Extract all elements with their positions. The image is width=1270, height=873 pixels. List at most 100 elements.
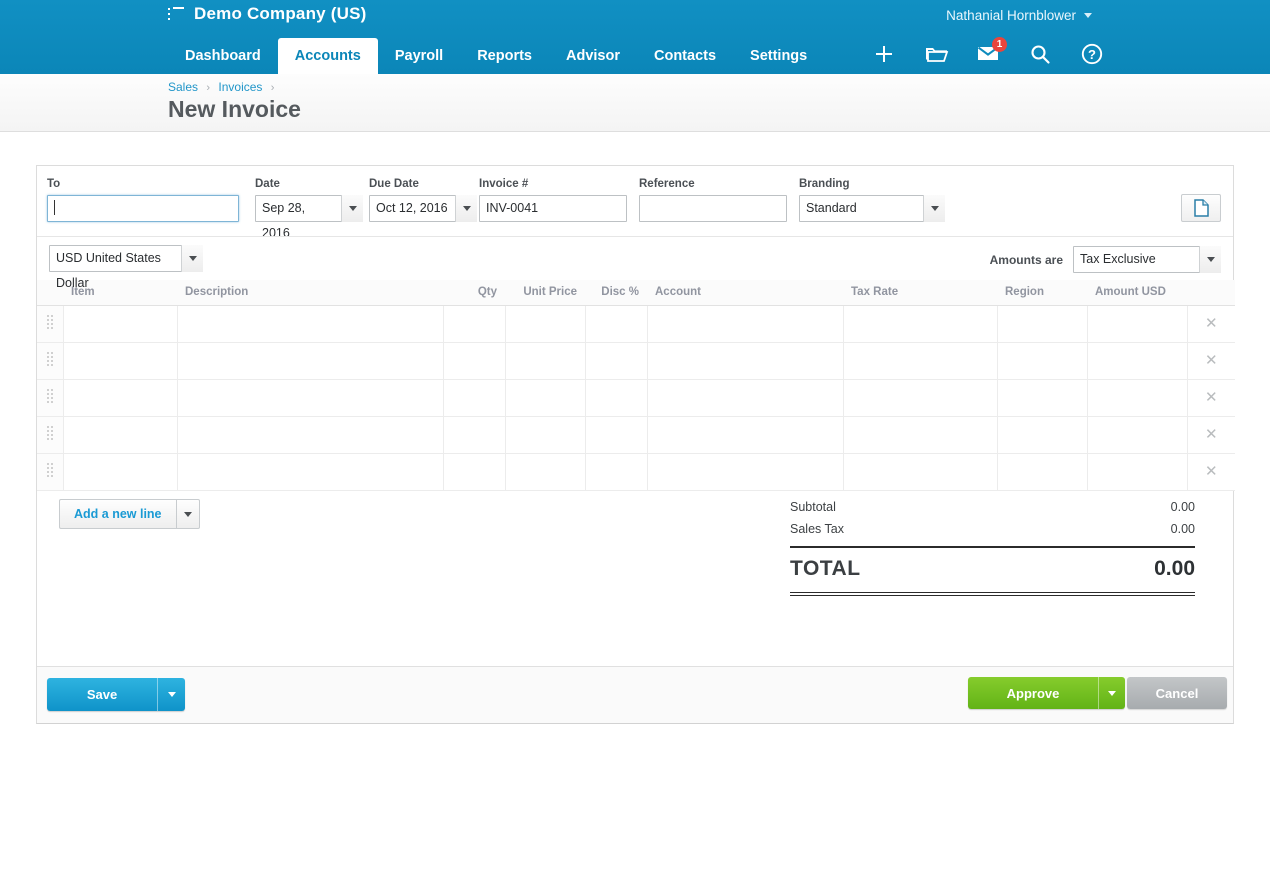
- cell-qty[interactable]: [443, 417, 505, 454]
- cell-region[interactable]: [997, 306, 1087, 343]
- drag-handle-icon[interactable]: [37, 454, 63, 491]
- currency-dropdown-button[interactable]: [181, 245, 203, 272]
- invoice-number-input[interactable]: INV-0041: [479, 195, 627, 222]
- folder-icon[interactable]: [924, 42, 948, 68]
- breadcrumb-item-invoices[interactable]: Invoices: [218, 80, 262, 94]
- cell-disc[interactable]: [585, 306, 647, 343]
- cell-disc[interactable]: [585, 454, 647, 491]
- due-date-dropdown-button[interactable]: [455, 195, 477, 222]
- cell-disc[interactable]: [585, 343, 647, 380]
- drag-handle-icon[interactable]: [37, 380, 63, 417]
- nav-item-accounts[interactable]: Accounts: [278, 38, 378, 74]
- reference-input[interactable]: [639, 195, 787, 222]
- cell-unit-price[interactable]: [505, 454, 585, 491]
- table-row[interactable]: ✕: [37, 343, 1235, 380]
- nav-item-contacts[interactable]: Contacts: [637, 38, 733, 74]
- cell-amount[interactable]: [1087, 306, 1187, 343]
- delete-row-button[interactable]: ✕: [1187, 343, 1235, 380]
- approve-dropdown-button[interactable]: [1098, 677, 1125, 709]
- to-input[interactable]: [47, 195, 239, 222]
- cell-account[interactable]: [647, 306, 843, 343]
- cell-amount[interactable]: [1087, 343, 1187, 380]
- currency-combo[interactable]: USD United States Dollar: [49, 245, 203, 272]
- user-menu[interactable]: Nathanial Hornblower: [946, 8, 1092, 23]
- delete-row-button[interactable]: ✕: [1187, 454, 1235, 491]
- table-row[interactable]: ✕: [37, 417, 1235, 454]
- cell-item[interactable]: [63, 454, 177, 491]
- cell-region[interactable]: [997, 380, 1087, 417]
- cell-item[interactable]: [63, 417, 177, 454]
- cell-account[interactable]: [647, 417, 843, 454]
- cell-description[interactable]: [177, 343, 443, 380]
- list-menu-icon[interactable]: [168, 7, 184, 21]
- help-icon[interactable]: ?: [1080, 42, 1104, 68]
- nav-item-dashboard[interactable]: Dashboard: [168, 38, 278, 74]
- nav-item-payroll[interactable]: Payroll: [378, 38, 460, 74]
- cell-account[interactable]: [647, 343, 843, 380]
- nav-item-reports[interactable]: Reports: [460, 38, 549, 74]
- cell-description[interactable]: [177, 380, 443, 417]
- cell-tax-rate[interactable]: [843, 343, 997, 380]
- cell-disc[interactable]: [585, 380, 647, 417]
- breadcrumb-item-sales[interactable]: Sales: [168, 80, 198, 94]
- nav-item-advisor[interactable]: Advisor: [549, 38, 637, 74]
- cell-tax-rate[interactable]: [843, 417, 997, 454]
- cell-amount[interactable]: [1087, 454, 1187, 491]
- cell-qty[interactable]: [443, 306, 505, 343]
- table-row[interactable]: ✕: [37, 454, 1235, 491]
- cell-item[interactable]: [63, 343, 177, 380]
- field-branding: Branding Standard: [799, 178, 945, 222]
- drag-handle-icon[interactable]: [37, 306, 63, 343]
- date-combo[interactable]: Sep 28, 2016: [255, 195, 363, 222]
- nav-item-settings[interactable]: Settings: [733, 38, 824, 74]
- cell-account[interactable]: [647, 454, 843, 491]
- date-dropdown-button[interactable]: [341, 195, 363, 222]
- cell-amount[interactable]: [1087, 417, 1187, 454]
- cell-account[interactable]: [647, 380, 843, 417]
- cell-description[interactable]: [177, 454, 443, 491]
- cell-region[interactable]: [997, 454, 1087, 491]
- cell-description[interactable]: [177, 306, 443, 343]
- branding-combo[interactable]: Standard: [799, 195, 945, 222]
- cell-unit-price[interactable]: [505, 380, 585, 417]
- delete-row-button[interactable]: ✕: [1187, 417, 1235, 454]
- currency-input[interactable]: USD United States Dollar: [49, 245, 203, 272]
- search-icon[interactable]: [1028, 42, 1052, 68]
- cell-unit-price[interactable]: [505, 417, 585, 454]
- add-new-line-button[interactable]: Add a new line: [59, 499, 176, 529]
- attach-document-button[interactable]: [1181, 194, 1221, 222]
- cell-tax-rate[interactable]: [843, 454, 997, 491]
- branding-dropdown-button[interactable]: [923, 195, 945, 222]
- save-button[interactable]: Save: [47, 678, 157, 711]
- due-date-combo[interactable]: Oct 12, 2016: [369, 195, 477, 222]
- cell-disc[interactable]: [585, 417, 647, 454]
- cell-qty[interactable]: [443, 343, 505, 380]
- cell-region[interactable]: [997, 417, 1087, 454]
- cell-qty[interactable]: [443, 380, 505, 417]
- amounts-are-dropdown-button[interactable]: [1199, 246, 1221, 273]
- cell-unit-price[interactable]: [505, 343, 585, 380]
- delete-row-button[interactable]: ✕: [1187, 380, 1235, 417]
- cell-item[interactable]: [63, 306, 177, 343]
- drag-handle-icon[interactable]: [37, 417, 63, 454]
- table-row[interactable]: ✕: [37, 306, 1235, 343]
- add-new-line-dropdown-button[interactable]: [176, 499, 200, 529]
- amounts-are-combo[interactable]: Tax Exclusive: [1073, 246, 1221, 273]
- cell-amount[interactable]: [1087, 380, 1187, 417]
- delete-row-button[interactable]: ✕: [1187, 306, 1235, 343]
- save-dropdown-button[interactable]: [157, 678, 185, 711]
- cancel-button[interactable]: Cancel: [1127, 677, 1227, 709]
- cell-tax-rate[interactable]: [843, 306, 997, 343]
- company-title[interactable]: Demo Company (US): [168, 4, 366, 24]
- cell-region[interactable]: [997, 343, 1087, 380]
- cell-qty[interactable]: [443, 454, 505, 491]
- cell-item[interactable]: [63, 380, 177, 417]
- approve-button[interactable]: Approve: [968, 677, 1098, 709]
- drag-handle-icon[interactable]: [37, 343, 63, 380]
- envelope-icon[interactable]: 1: [976, 42, 1000, 68]
- cell-unit-price[interactable]: [505, 306, 585, 343]
- cell-description[interactable]: [177, 417, 443, 454]
- plus-icon[interactable]: [872, 42, 896, 68]
- cell-tax-rate[interactable]: [843, 380, 997, 417]
- table-row[interactable]: ✕: [37, 380, 1235, 417]
